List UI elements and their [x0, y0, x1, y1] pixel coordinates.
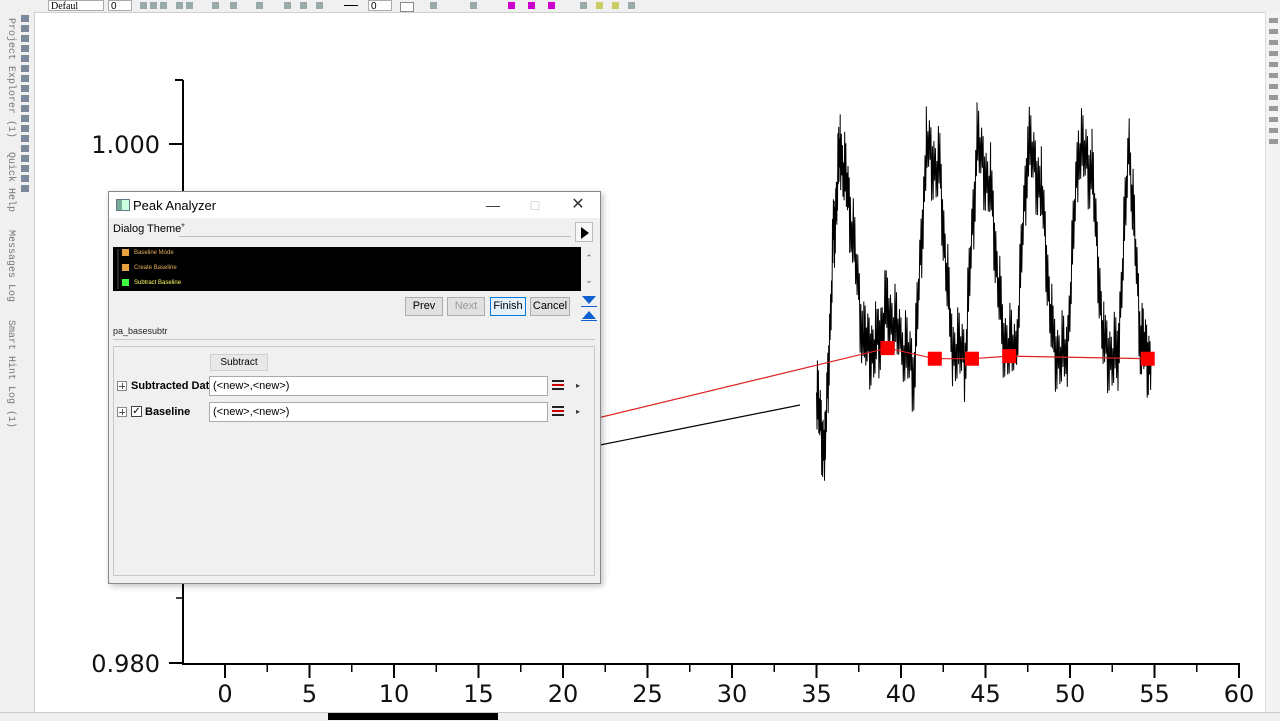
x-tick-label: 35: [801, 680, 832, 708]
worksheet-picker-icon[interactable]: [549, 403, 567, 421]
dialog-theme-label: Dialog Theme: [113, 223, 182, 235]
section-name: pa_basesubtr: [113, 326, 168, 336]
maximize-icon[interactable]: □: [521, 195, 549, 215]
x-tick-label: 20: [548, 680, 579, 708]
y-tick-label: 1.000: [91, 131, 160, 159]
baseline-field[interactable]: (<new>,<new>): [209, 402, 548, 422]
step-subtract-baseline[interactable]: Subtract Baseline: [122, 277, 181, 289]
y-tick-label: 0.980: [91, 650, 160, 678]
divider: [581, 306, 597, 307]
expand-baseline-icon[interactable]: [117, 407, 127, 417]
x-tick-label: 5: [302, 680, 317, 708]
anchor-point-marker[interactable]: [964, 351, 979, 366]
x-tick-label: 60: [1224, 680, 1255, 708]
x-tick-label: 45: [970, 680, 1001, 708]
dialog-title: Peak Analyzer: [133, 198, 217, 213]
finish-button[interactable]: Finish: [490, 297, 526, 316]
baseline-checkbox[interactable]: ✓: [131, 406, 142, 417]
subtracted-data-menu-arrow-icon[interactable]: ▸: [571, 377, 585, 395]
step-label: Baseline Mode: [134, 250, 174, 256]
minimize-icon[interactable]: —: [479, 195, 507, 215]
step-label: Subtract Baseline: [134, 280, 182, 286]
step-done-icon: [122, 263, 129, 271]
worksheet-picker-icon[interactable]: [549, 377, 567, 395]
expand-subtracted-data-icon[interactable]: [117, 381, 127, 391]
step-done-icon: [122, 248, 129, 256]
divider: [581, 320, 597, 321]
x-tick-label: 55: [1139, 680, 1170, 708]
collapse-down-icon[interactable]: [582, 296, 596, 304]
status-bar-progress: [328, 713, 498, 720]
next-button[interactable]: Next: [447, 297, 485, 316]
subtracted-data-label: Subtracted Data: [131, 380, 216, 392]
subtracted-data-field[interactable]: (<new>,<new>): [209, 376, 548, 396]
theme-menu-arrow-icon[interactable]: [575, 222, 593, 242]
expand-up-icon[interactable]: [582, 311, 596, 319]
step-baseline-mode[interactable]: Baseline Mode: [122, 247, 174, 259]
dialog-titlebar[interactable]: Peak Analyzer — □ ✕: [109, 192, 600, 218]
scroll-down-icon[interactable]: ⌄: [583, 269, 595, 291]
baseline-label: Baseline: [145, 406, 191, 418]
baseline-menu-arrow-icon[interactable]: ▸: [571, 403, 585, 421]
x-tick-label: 25: [632, 680, 663, 708]
wizard-steps-panel: Baseline Mode Create Baseline Subtract B…: [113, 247, 581, 291]
x-tick-label: 15: [463, 680, 494, 708]
scroll-up-icon[interactable]: ⌃: [583, 247, 595, 269]
step-indicator: [117, 249, 119, 289]
prev-button[interactable]: Prev: [405, 297, 443, 316]
anchor-point-marker[interactable]: [927, 351, 942, 366]
anchor-point-marker[interactable]: [880, 341, 895, 356]
step-create-baseline[interactable]: Create Baseline: [122, 262, 177, 274]
x-tick-label: 10: [379, 680, 410, 708]
x-tick-label: 30: [717, 680, 748, 708]
divider: [113, 339, 595, 340]
anchor-point-marker[interactable]: [1140, 351, 1155, 366]
anchor-point-marker[interactable]: [1002, 349, 1017, 364]
cancel-button[interactable]: Cancel: [530, 297, 570, 316]
close-icon[interactable]: ✕: [564, 195, 592, 215]
peak-analyzer-dialog: Peak Analyzer — □ ✕ Dialog Theme * Basel…: [108, 191, 601, 584]
x-tick-label: 40: [886, 680, 917, 708]
step-active-icon: [122, 278, 129, 286]
x-tick-label: 50: [1055, 680, 1086, 708]
steps-scrollbar[interactable]: ⌃ ⌄: [583, 247, 595, 291]
x-tick-label: 0: [217, 680, 232, 708]
signal-series: [816, 102, 1152, 481]
step-label: Create Baseline: [134, 265, 177, 271]
dialog-theme-select[interactable]: *: [179, 222, 571, 237]
subtract-button[interactable]: Subtract: [210, 354, 268, 371]
collapse-expand-control[interactable]: [581, 296, 597, 321]
app-icon: [116, 199, 130, 211]
